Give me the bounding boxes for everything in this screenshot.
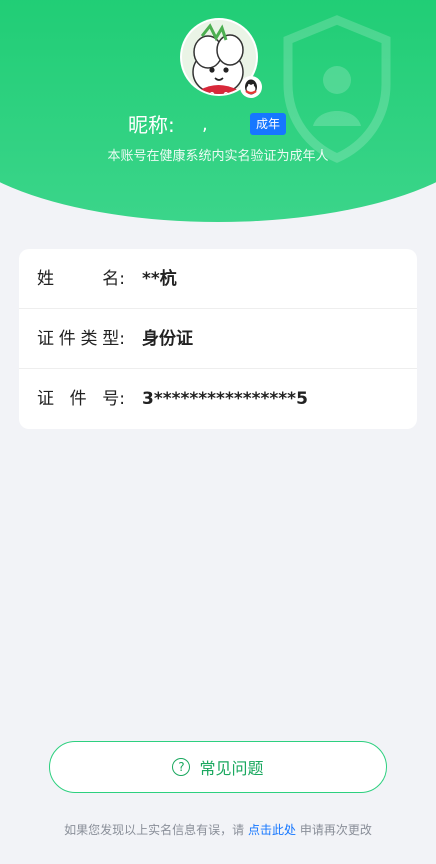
id-number-row: 证 件 号: 3****************5 [19,369,417,429]
faq-button[interactable]: ? 常见问题 [49,741,387,793]
qq-icon [240,76,262,98]
id-number-value: 3****************5 [142,389,308,409]
verification-status-text: 本账号在健康系统内实名验证为成年人 [107,149,329,164]
footer-note: 如果您发现以上实名信息有误，请 点击此处 申请再次更改 [0,822,436,838]
identity-info-card: 姓 名: **杭 证 件 类 型: 身份证 证 件 号: 3**********… [19,249,417,429]
change-request-link[interactable]: 点击此处 [248,823,296,837]
adult-badge: 成年 [250,113,287,135]
id-type-value: 身份证 [142,329,193,349]
name-label: 姓 名: [37,269,125,289]
header-section: 昵称: , 成年 本账号在健康系统内实名验证为成年人 [0,0,436,222]
realname-info-page: 昵称: , 成年 本账号在健康系统内实名验证为成年人 姓 名: **杭 证 件 … [0,0,436,864]
nickname-row: 昵称: , 成年 [0,111,436,139]
nickname-label: 昵称: [128,113,175,137]
shield-icon [283,15,391,163]
question-circle-icon: ? [172,758,191,776]
id-type-row: 证 件 类 型: 身份证 [19,309,417,369]
faq-button-label: 常见问题 [199,759,264,778]
nickname-value: , [202,114,208,135]
footer-suffix: 申请再次更改 [299,823,372,837]
name-row: 姓 名: **杭 [19,249,417,309]
footer-prefix: 如果您发现以上实名信息有误，请 [64,823,245,837]
id-number-label: 证 件 号: [37,389,125,409]
name-value: **杭 [142,269,177,289]
id-type-label: 证 件 类 型: [37,329,125,349]
